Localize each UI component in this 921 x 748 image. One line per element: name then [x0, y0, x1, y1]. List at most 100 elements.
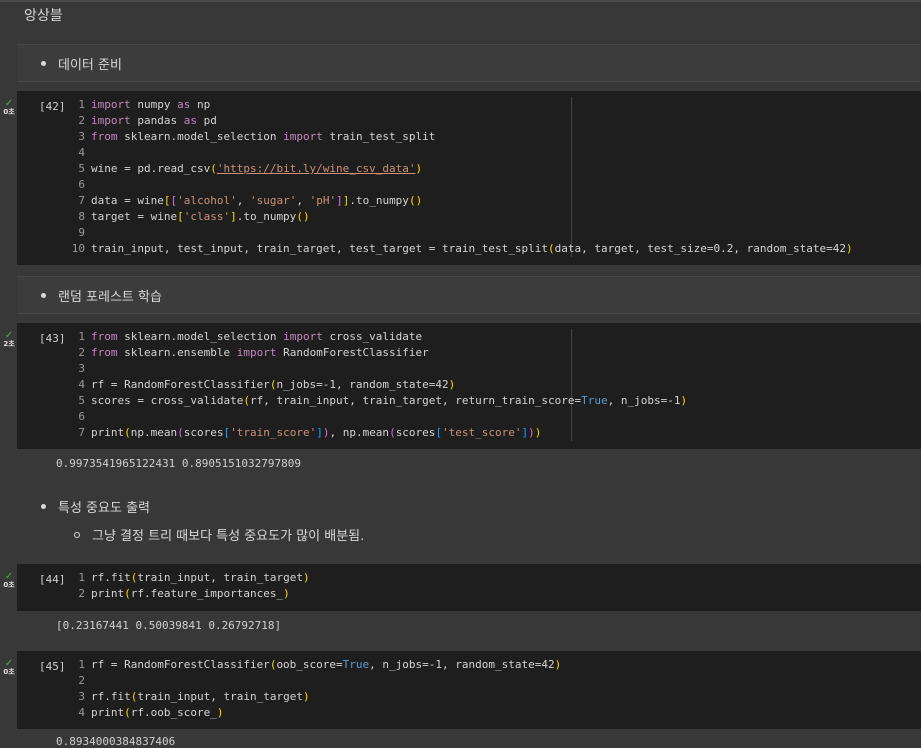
run-status[interactable]: ✓ 0초: [1, 659, 17, 677]
code-line: 3 from sklearn.model_selection import tra…: [71, 129, 853, 145]
code-token: ]: [230, 210, 237, 223]
code-token: .to_numpy: [349, 194, 409, 207]
code-token: ): [302, 690, 310, 703]
bullet-circle-icon: [74, 531, 80, 538]
line-number: 1: [78, 330, 85, 343]
code-token: cross_validate: [322, 330, 423, 343]
code-token: from: [91, 330, 118, 343]
bullet-item: 특성 중요도 출력: [41, 497, 150, 516]
code-token: ): [554, 658, 562, 671]
code-token: ]: [316, 426, 323, 439]
code-editor[interactable]: 1 rf.fit (train_input, train_target) 2 prin…: [71, 570, 310, 602]
line-number: 5: [78, 162, 85, 175]
line-number: 4: [78, 706, 85, 719]
code-token: ,: [236, 194, 250, 207]
code-line: 4 rf = RandomForestClassifier(n_jobs=-1, …: [71, 377, 687, 393]
code-line: 1 import numpy as np: [71, 97, 853, 113]
code-editor[interactable]: 1 rf = RandomForestClassifier (oob_score=T…: [71, 657, 561, 721]
code-token: 'class': [183, 210, 231, 223]
code-line: 2 from sklearn.ensemble import RandomFore…: [71, 345, 687, 361]
code-token: ): [534, 426, 542, 439]
code-line: 10 train_input, test_input, train_target,…: [71, 241, 853, 257]
code-token: (: [389, 426, 396, 439]
line-number: 4: [78, 378, 85, 391]
code-line: 4: [71, 145, 853, 161]
code-token: numpy: [130, 98, 178, 111]
code-token: np.mean: [130, 426, 178, 439]
code-editor[interactable]: 1 from sklearn.model_selection import cro…: [71, 329, 687, 441]
code-token: [: [177, 210, 184, 223]
cell-output: [0.23167441 0.50039841 0.26792718]: [56, 619, 282, 632]
line-number: 1: [78, 571, 85, 584]
code-token: , n_jobs=-1, random_state=42: [369, 658, 555, 671]
line-number: 9: [78, 226, 85, 239]
text-cell[interactable]: 랜덤 포레스트 학습: [17, 276, 921, 314]
run-status[interactable]: ✓ 0초: [1, 571, 17, 590]
code-token: rf.feature_importances_: [130, 587, 284, 600]
code-cell[interactable]: [43] 1 from sklearn.model_selection impor…: [17, 323, 921, 449]
code-cell[interactable]: [44] 1 rf.fit (train_input, train_target) …: [17, 564, 921, 611]
code-token: as: [177, 98, 191, 111]
run-time: 0초: [3, 108, 15, 116]
code-token: ): [528, 426, 535, 439]
code-link[interactable]: 'https://bit.ly/wine_csv_data': [217, 162, 416, 175]
code-token: as: [183, 114, 197, 127]
code-line: 4 print(rf.oob_score_): [71, 705, 561, 721]
top-border: [0, 0, 921, 2]
code-token: rf.oob_score_: [130, 706, 217, 719]
run-status[interactable]: ✓ 2초: [1, 331, 17, 349]
code-token: True: [342, 658, 370, 671]
code-token: ): [302, 210, 310, 223]
check-icon: ✓: [4, 571, 14, 582]
code-line: 9: [71, 225, 853, 241]
code-token: import: [91, 98, 131, 111]
code-token: 'alcohol': [177, 194, 237, 207]
code-token: (: [210, 162, 217, 175]
code-token: (: [124, 587, 131, 600]
code-token: (: [547, 242, 555, 255]
line-number: 2: [78, 674, 85, 687]
code-token: train_input, train_target: [137, 571, 303, 584]
code-token: scores = cross_validate: [91, 394, 244, 407]
code-token: rf, train_input, train_target, return_tr…: [249, 394, 582, 407]
code-token: 'pH': [309, 194, 337, 207]
line-number: 2: [78, 587, 85, 600]
code-token: (: [124, 426, 131, 439]
run-time: 2초: [3, 340, 15, 348]
line-number: 3: [78, 362, 85, 375]
code-token: (: [243, 394, 250, 407]
code-line: 3: [71, 361, 687, 377]
bullet-text: 특성 중요도 출력: [58, 501, 150, 516]
code-cell[interactable]: [45] 1 rf = RandomForestClassifier (oob_sc…: [17, 651, 921, 729]
code-token: 'sugar': [249, 194, 297, 207]
code-token: print: [91, 587, 125, 600]
code-token: import: [91, 114, 131, 127]
code-token: target = wine: [91, 210, 178, 223]
code-line: 5 wine = pd.read_csv('https://bit.ly/wine…: [71, 161, 853, 177]
text-cell[interactable]: 데이터 준비: [17, 44, 921, 82]
line-number: 7: [78, 426, 85, 439]
code-editor[interactable]: 1 import numpy as np 2 import pandas as pd…: [71, 97, 853, 257]
code-token: RandomForestClassifier: [276, 346, 429, 359]
code-token: wine = pd.read_csv: [91, 162, 211, 175]
code-token: pd: [196, 114, 217, 127]
code-cell[interactable]: [42] 1 import numpy as np 2 import pandas …: [17, 91, 921, 265]
run-time: 0초: [3, 668, 15, 676]
code-token: ): [216, 706, 224, 719]
code-token: ): [302, 571, 310, 584]
bullet-item: 랜덤 포레스트 학습: [41, 286, 162, 305]
run-time: 0초: [3, 581, 15, 589]
line-number: 10: [71, 242, 85, 255]
code-line: 5 scores = cross_validate(rf, train_input…: [71, 393, 687, 409]
bullet-dot-icon: [41, 61, 46, 66]
code-token: n_jobs=-1, random_state=42: [276, 378, 449, 391]
code-token: train_input, train_target: [137, 690, 303, 703]
code-token: import: [236, 346, 277, 359]
line-number: 2: [78, 114, 85, 127]
code-token: from: [91, 130, 118, 143]
text-cell[interactable]: 특성 중요도 출력 그냥 결정 트리 때보다 특성 중요도가 많이 배분됨.: [17, 488, 921, 550]
code-token: data, target, test_size=0.2, random_stat…: [554, 242, 846, 255]
code-token: sklearn.ensemble: [117, 346, 237, 359]
code-line: 2 print(rf.feature_importances_): [71, 586, 310, 602]
run-status[interactable]: ✓ 0초: [1, 99, 17, 117]
